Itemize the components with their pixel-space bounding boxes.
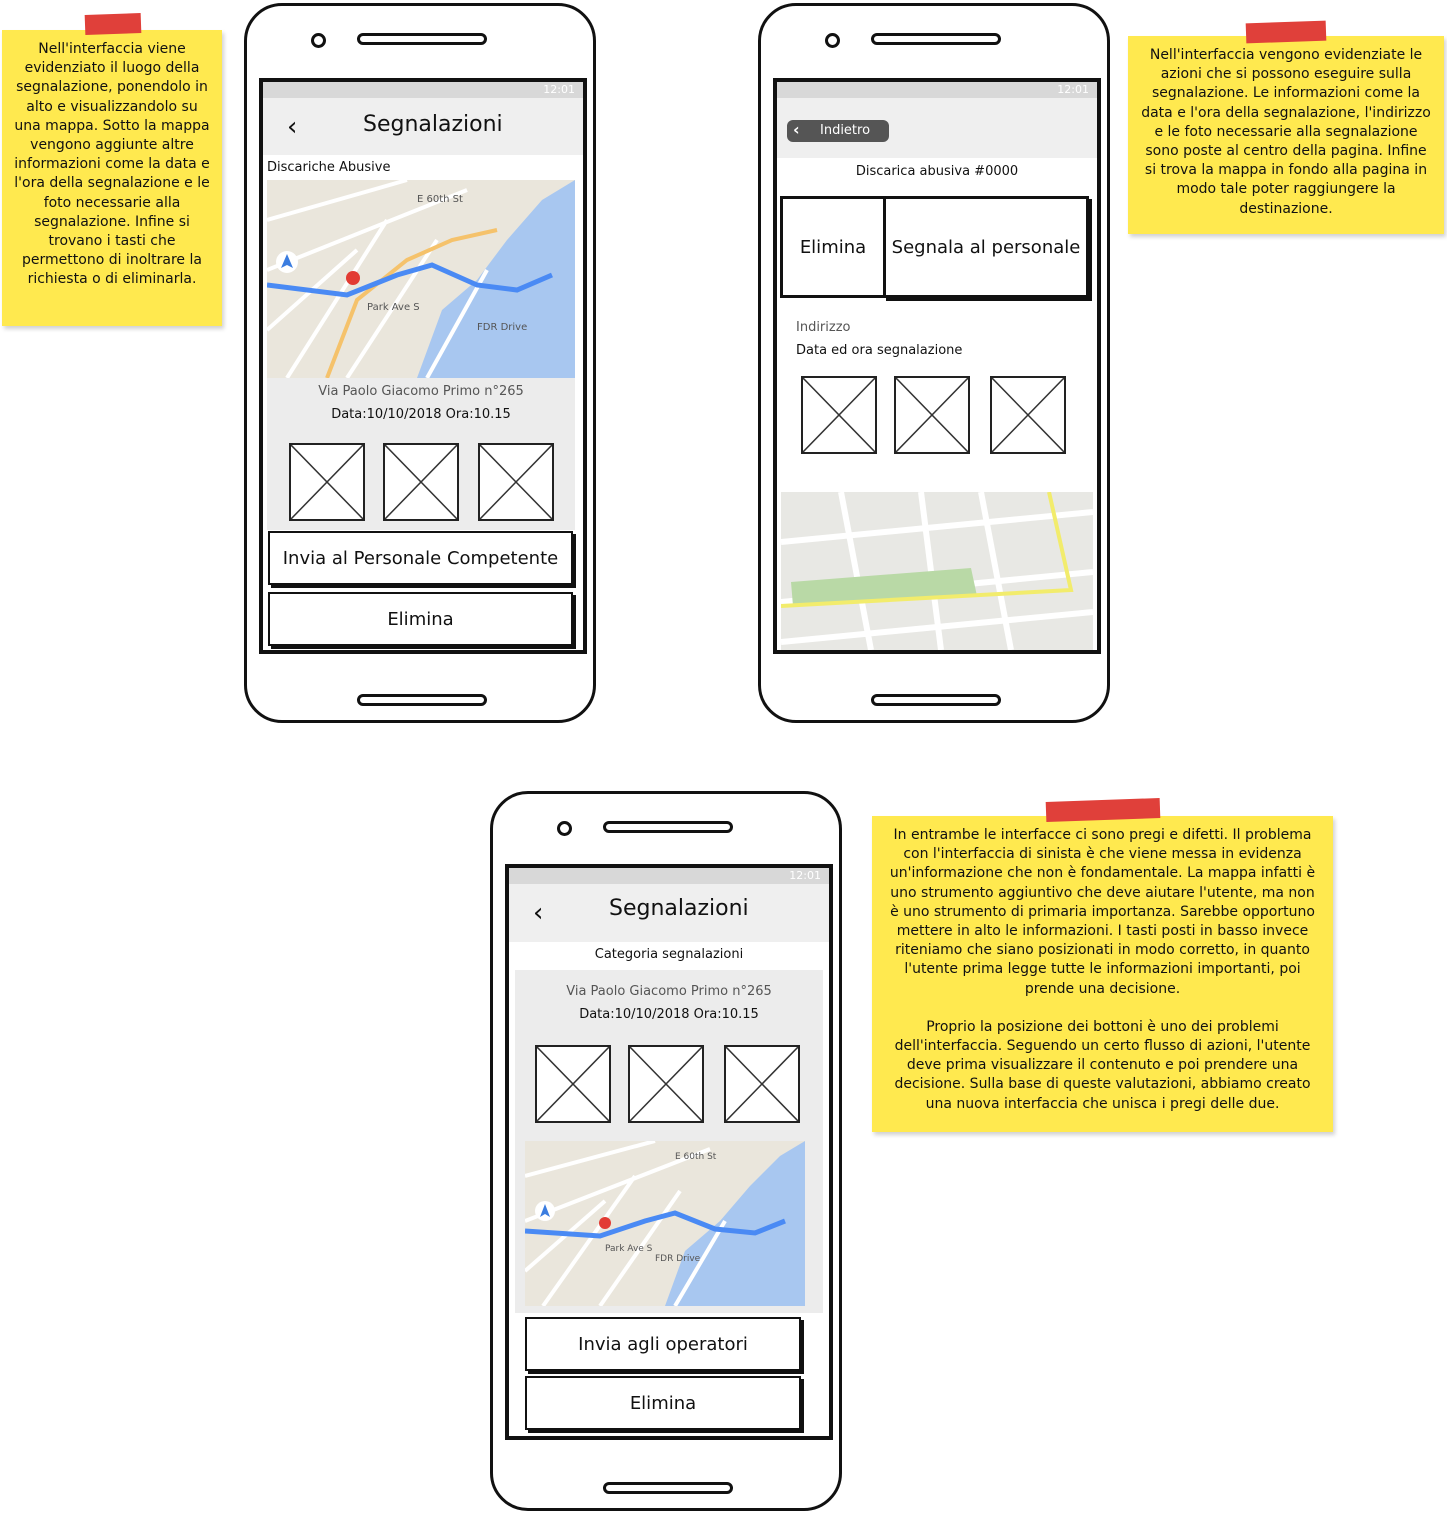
send-to-staff-button[interactable]: Invia al Personale Competente [268, 531, 573, 585]
page-title: Segnalazioni [363, 112, 503, 137]
note-text: Nell'interfaccia viene evidenziato il lu… [14, 41, 210, 288]
photo-placeholder[interactable] [724, 1045, 800, 1123]
photo-placeholder[interactable] [289, 443, 365, 521]
chevron-left-icon[interactable]: ‹ [287, 112, 297, 142]
status-bar: 12:01 [777, 82, 1097, 98]
category-label: Discariche Abusive [267, 160, 391, 175]
home-button[interactable] [871, 694, 1001, 706]
note-text: Nell'interfaccia vengono evidenziate le … [1141, 47, 1431, 217]
datetime-text: Data:10/10/2018 Ora:10.15 [331, 407, 511, 422]
address-label: Indirizzo [796, 320, 851, 335]
address-text: Via Paolo Giacomo Primo n°265 [566, 984, 772, 999]
status-bar: 12:01 [509, 868, 829, 884]
home-button[interactable] [603, 1482, 733, 1494]
map-graphic [781, 492, 1093, 650]
datetime-text: Data:10/10/2018 Ora:10.15 [579, 1007, 759, 1022]
map-label: Park Ave S [367, 302, 420, 313]
report-to-staff-button[interactable]: Segnala al personale [883, 196, 1089, 298]
tape [1245, 20, 1327, 44]
speaker-grille [871, 33, 1001, 45]
speaker-grille [357, 33, 487, 45]
photo-placeholder[interactable] [894, 376, 970, 454]
category-label: Categoria segnalazioni [594, 947, 744, 962]
delete-button[interactable]: Elimina [525, 1376, 801, 1430]
back-button-label: Indietro [820, 123, 871, 138]
send-to-operators-button[interactable]: Invia agli operatori [525, 1317, 801, 1371]
phone-frame: 12:01 ‹ Segnalazioni Discariche Abusive … [244, 3, 596, 723]
delete-button[interactable]: Elimina [780, 196, 886, 298]
app-header: ‹ Indietro [777, 98, 1097, 158]
photo-placeholder[interactable] [535, 1045, 611, 1123]
map-view[interactable]: E 60th St FDR Drive Park Ave S [525, 1141, 805, 1306]
app-header: ‹ Segnalazioni [509, 884, 829, 942]
delete-button[interactable]: Elimina [268, 592, 573, 646]
phone-screen: 12:01 ‹ Indietro Discarica abusiva #0000… [773, 78, 1101, 654]
photo-placeholder[interactable] [628, 1045, 704, 1123]
report-id: Discarica abusiva #0000 [855, 164, 1019, 179]
map-view[interactable] [781, 492, 1093, 650]
phone-screen: 12:01 ‹ Segnalazioni Categoria segnalazi… [505, 864, 833, 1440]
app-header: ‹ Segnalazioni [263, 98, 583, 155]
sticky-note-bottom: In entrambe le interfacce ci sono pregi … [872, 798, 1333, 1132]
photo-placeholder[interactable] [478, 443, 554, 521]
sticky-note-left: Nell'interfaccia viene evidenziato il lu… [2, 13, 222, 326]
speaker-grille [603, 821, 733, 833]
map-graphic: E 60th St FDR Drive Park Ave S [267, 180, 575, 378]
note-paragraph: Proprio la posizione dei bottoni è uno d… [894, 1018, 1311, 1112]
map-label: E 60th St [675, 1152, 717, 1162]
tape [1045, 798, 1161, 822]
status-time: 12:01 [543, 83, 575, 96]
camera-icon [825, 33, 840, 48]
map-label: E 60th St [417, 194, 463, 205]
chevron-left-icon: ‹ [793, 120, 800, 139]
chevron-left-icon[interactable]: ‹ [533, 898, 543, 928]
photo-placeholder[interactable] [801, 376, 877, 454]
status-time: 12:01 [1057, 83, 1089, 96]
status-bar: 12:01 [263, 82, 583, 98]
photo-placeholder[interactable] [383, 443, 459, 521]
map-view[interactable]: E 60th St FDR Drive Park Ave S [267, 180, 575, 378]
back-button[interactable]: ‹ Indietro [787, 120, 889, 142]
camera-icon [557, 821, 572, 836]
map-label: FDR Drive [655, 1254, 701, 1264]
map-label: FDR Drive [477, 322, 527, 333]
phone-screen: 12:01 ‹ Segnalazioni Discariche Abusive … [259, 78, 587, 654]
tape [84, 13, 142, 35]
status-time: 12:01 [789, 869, 821, 882]
camera-icon [311, 33, 326, 48]
address-text: Via Paolo Giacomo Primo n°265 [318, 384, 524, 399]
note-paragraph: In entrambe le interfacce ci sono pregi … [889, 827, 1316, 997]
map-label: Park Ave S [605, 1244, 653, 1254]
photo-placeholder[interactable] [990, 376, 1066, 454]
map-graphic: E 60th St FDR Drive Park Ave S [525, 1141, 805, 1306]
phone-frame: 12:01 ‹ Segnalazioni Categoria segnalazi… [490, 791, 842, 1511]
phone-frame: 12:01 ‹ Indietro Discarica abusiva #0000… [758, 3, 1110, 723]
home-button[interactable] [357, 694, 487, 706]
sticky-note-right: Nell'interfaccia vengono evidenziate le … [1128, 20, 1444, 234]
datetime-label: Data ed ora segnalazione [796, 343, 963, 358]
page-title: Segnalazioni [609, 896, 749, 921]
